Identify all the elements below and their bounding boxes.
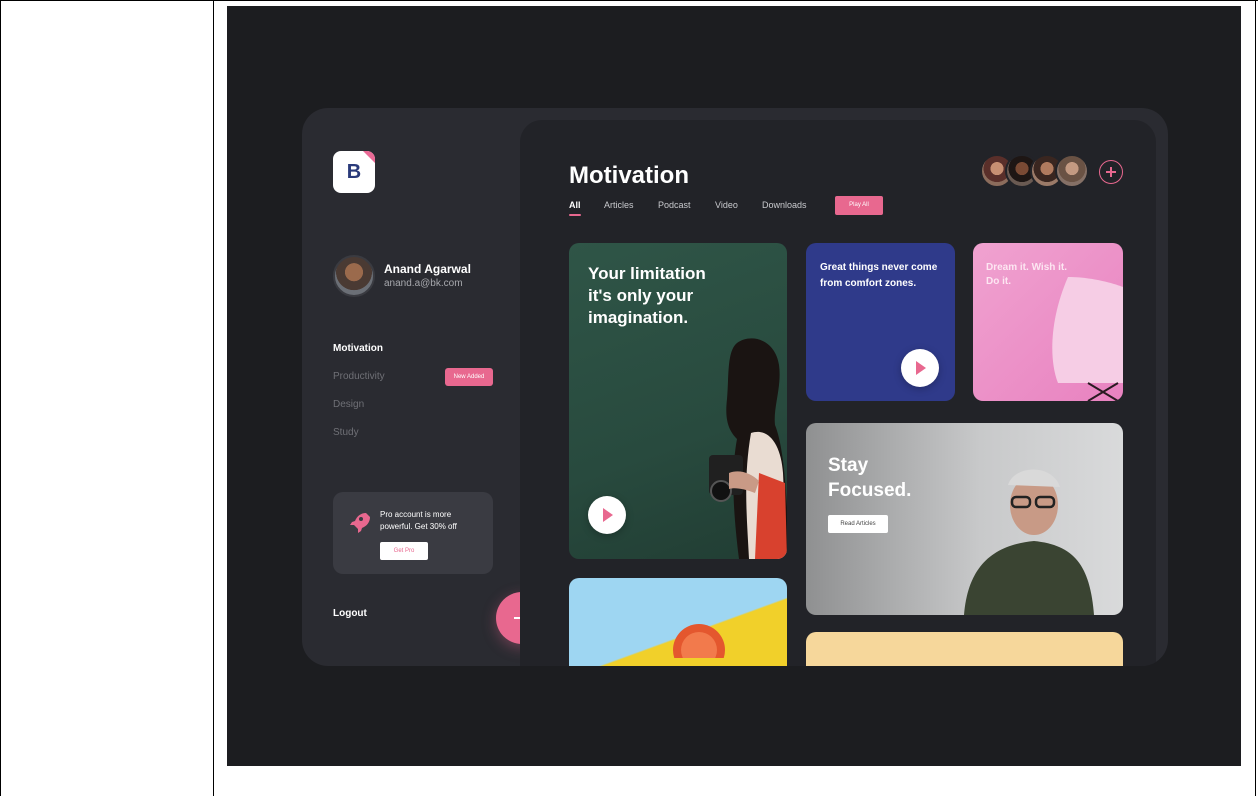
logo-letter: B [346, 161, 362, 183]
card-yellow[interactable] [806, 632, 1123, 666]
collaborator-avatar[interactable] [1055, 154, 1089, 188]
tab-video[interactable]: Video [715, 200, 738, 210]
tab-downloads[interactable]: Downloads [762, 200, 807, 210]
main-content: Motivation All Articles Podcast Video Do… [520, 120, 1156, 666]
table-border-middle [213, 0, 214, 796]
chair-photo [1052, 277, 1123, 401]
tab-articles[interactable]: Articles [604, 200, 634, 210]
document-frame: B Anand Agarwal anand.a@bk.com Motivatio… [0, 0, 1258, 796]
sidebar-item-motivation[interactable]: Motivation [333, 343, 383, 354]
card-stay-focused[interactable]: Stay Focused. Read Articles [806, 423, 1123, 615]
card-dream-text: Dream it. Wish it. Do it. [986, 262, 1068, 287]
card-limitation[interactable]: Your limitation it's only your imaginati… [569, 243, 787, 559]
grapefruit-photo [673, 624, 725, 658]
user-email: anand.a@bk.com [384, 278, 463, 289]
rocket-icon [350, 513, 370, 533]
play-icon[interactable] [901, 349, 939, 387]
avatar[interactable] [333, 255, 375, 297]
add-person-icon[interactable] [1099, 160, 1123, 184]
collaborators[interactable] [980, 154, 1090, 190]
table-border-left [0, 0, 1, 796]
new-added-badge: New Added [445, 368, 493, 386]
card-limitation-text: Your limitation it's only your imaginati… [588, 264, 706, 327]
app-logo[interactable]: B [333, 151, 375, 193]
app-window: B Anand Agarwal anand.a@bk.com Motivatio… [302, 108, 1168, 666]
table-border-right [1255, 0, 1256, 796]
promo-text: Pro account is more powerful. Get 30% of… [380, 510, 457, 531]
play-all-button[interactable]: Play All [835, 196, 883, 215]
user-profile[interactable]: Anand Agarwal anand.a@bk.com [333, 255, 513, 299]
card-dream[interactable]: Dream it. Wish it. Do it. [973, 243, 1123, 401]
woman-with-camera-photo [709, 338, 787, 559]
get-pro-button[interactable]: Get Pro [380, 542, 428, 560]
card-great-things[interactable]: Great things never come from comfort zon… [806, 243, 955, 401]
card-stay-focused-text: Stay Focused. [828, 455, 912, 501]
sidebar-item-design[interactable]: Design [333, 399, 364, 410]
logout-link[interactable]: Logout [333, 608, 367, 619]
page-title: Motivation [569, 162, 689, 189]
pro-promo-card: Pro account is more powerful. Get 30% of… [333, 492, 493, 574]
read-articles-button[interactable]: Read Articles [828, 515, 888, 533]
user-name: Anand Agarwal [384, 262, 471, 276]
sidebar-item-productivity[interactable]: Productivity [333, 371, 385, 382]
sidebar-item-study[interactable]: Study [333, 427, 359, 438]
man-with-glasses-photo [964, 469, 1094, 615]
tab-podcast[interactable]: Podcast [658, 200, 691, 210]
table-border-top [0, 0, 1258, 1]
play-icon[interactable] [588, 496, 626, 534]
card-citrus[interactable] [569, 578, 787, 666]
card-great-things-text: Great things never come from comfort zon… [820, 262, 938, 289]
tab-all[interactable]: All [569, 200, 581, 216]
